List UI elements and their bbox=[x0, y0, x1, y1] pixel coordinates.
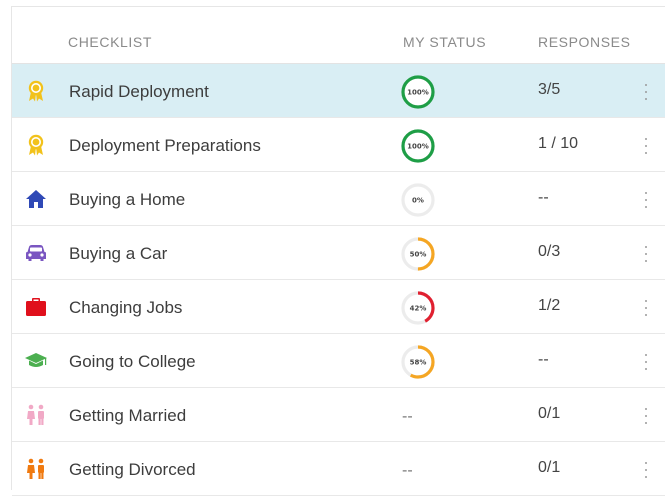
row-menu-icon[interactable] bbox=[642, 408, 650, 424]
status-progress-ring: 100% bbox=[400, 128, 436, 164]
checklist-name[interactable]: Buying a Home bbox=[69, 190, 185, 210]
row-menu-icon[interactable] bbox=[642, 354, 650, 370]
responses-count: 0/1 bbox=[538, 459, 561, 476]
table-header: CHECKLIST MY STATUS RESPONSES bbox=[12, 7, 665, 64]
checklist-row[interactable]: Getting Divorced -- 0/1 bbox=[12, 442, 665, 496]
status-progress-ring: 100% bbox=[400, 74, 436, 110]
car-icon bbox=[24, 242, 48, 264]
status-progress-ring: 0% bbox=[400, 182, 436, 218]
status-empty: -- bbox=[402, 462, 413, 479]
row-menu-icon[interactable] bbox=[642, 462, 650, 478]
row-menu-icon[interactable] bbox=[642, 84, 650, 100]
checklist-name[interactable]: Rapid Deployment bbox=[69, 82, 209, 102]
checklist-row[interactable]: Changing Jobs 42% 1/2 bbox=[12, 280, 665, 334]
column-header-responses[interactable]: RESPONSES bbox=[538, 34, 631, 50]
column-header-my-status[interactable]: MY STATUS bbox=[403, 34, 486, 50]
checklist-name[interactable]: Going to College bbox=[69, 352, 196, 372]
briefcase-icon bbox=[24, 296, 48, 318]
checklist-name[interactable]: Getting Divorced bbox=[69, 460, 196, 480]
checklist-row[interactable]: Rapid Deployment 100% 3/5 bbox=[12, 64, 665, 118]
status-empty: -- bbox=[402, 408, 413, 425]
responses-count: 1 / 10 bbox=[538, 135, 579, 152]
status-progress-ring: 50% bbox=[400, 236, 436, 272]
responses-count: 1/2 bbox=[538, 297, 561, 314]
responses-count: -- bbox=[538, 351, 549, 368]
status-percent-label: 42% bbox=[410, 305, 427, 313]
status-percent-label: 100% bbox=[407, 143, 429, 151]
status-percent-label: 100% bbox=[407, 89, 429, 97]
row-menu-icon[interactable] bbox=[642, 192, 650, 208]
checklist-table: CHECKLIST MY STATUS RESPONSES Rapid Depl… bbox=[11, 6, 665, 496]
ribbon-award-icon bbox=[24, 80, 48, 102]
responses-count: 3/5 bbox=[538, 81, 561, 98]
house-icon bbox=[24, 188, 48, 210]
checklist-name[interactable]: Changing Jobs bbox=[69, 298, 182, 318]
checklist-row[interactable]: Buying a Home 0% -- bbox=[12, 172, 665, 226]
responses-count: 0/1 bbox=[538, 405, 561, 422]
checklist-row[interactable]: Going to College 58% -- bbox=[12, 334, 665, 388]
checklist-name[interactable]: Deployment Preparations bbox=[69, 136, 261, 156]
status-percent-label: 0% bbox=[412, 197, 424, 205]
checklist-rows: Rapid Deployment 100% 3/5 Deployment Pre… bbox=[12, 64, 665, 496]
couple-icon bbox=[24, 458, 48, 480]
row-menu-icon[interactable] bbox=[642, 246, 650, 262]
checklist-name[interactable]: Getting Married bbox=[69, 406, 186, 426]
status-progress-ring: 58% bbox=[400, 344, 436, 380]
status-percent-label: 58% bbox=[410, 359, 427, 367]
status-progress-ring: 42% bbox=[400, 290, 436, 326]
row-menu-icon[interactable] bbox=[642, 138, 650, 154]
status-percent-label: 50% bbox=[410, 251, 427, 259]
graduation-cap-icon bbox=[24, 350, 48, 372]
checklist-row[interactable]: Deployment Preparations 100% 1 / 10 bbox=[12, 118, 665, 172]
column-header-checklist[interactable]: CHECKLIST bbox=[68, 34, 152, 50]
couple-icon bbox=[24, 404, 48, 426]
row-menu-icon[interactable] bbox=[642, 300, 650, 316]
ribbon-award-icon bbox=[24, 134, 48, 156]
responses-count: 0/3 bbox=[538, 243, 561, 260]
checklist-name[interactable]: Buying a Car bbox=[69, 244, 167, 264]
responses-count: -- bbox=[538, 189, 549, 206]
checklist-row[interactable]: Getting Married -- 0/1 bbox=[12, 388, 665, 442]
checklist-row[interactable]: Buying a Car 50% 0/3 bbox=[12, 226, 665, 280]
